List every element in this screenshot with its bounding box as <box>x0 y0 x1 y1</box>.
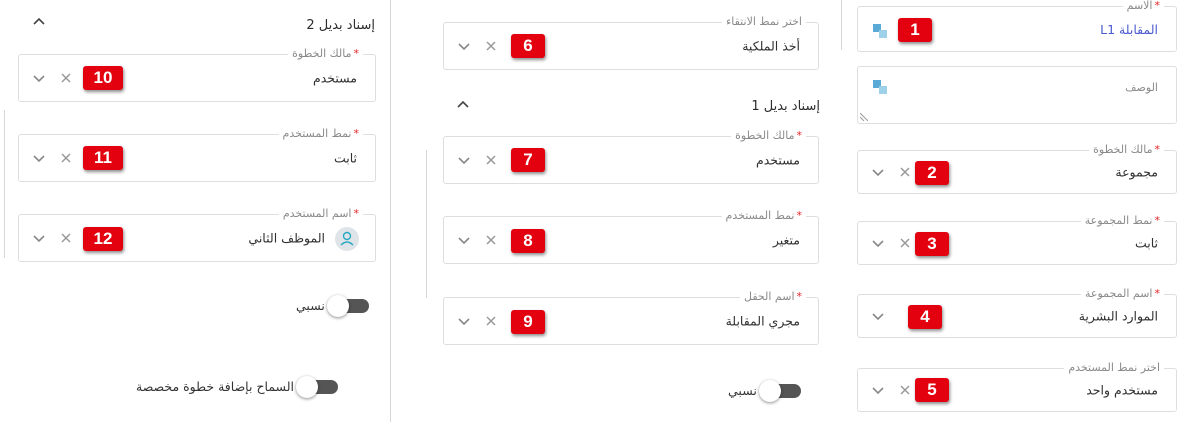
alt1-field-name-select[interactable]: *اسم الحقل مجري المقابلة <box>443 290 819 345</box>
selection-type-label: اختر نمط الانتقاء <box>722 15 806 29</box>
marker-11: 11 <box>83 146 123 170</box>
clear-icon[interactable] <box>484 153 498 167</box>
alt2-step-owner-label: *مالك الخطوة <box>288 47 363 61</box>
marker-10: 10 <box>83 66 123 90</box>
step-owner-value: مجموعة <box>1115 164 1158 180</box>
marker-1: 1 <box>898 18 932 42</box>
chevron-down-icon[interactable] <box>456 313 472 329</box>
clear-icon[interactable] <box>484 314 498 328</box>
chevron-down-icon[interactable] <box>870 382 886 398</box>
middle-relative-toggle[interactable] <box>758 379 801 402</box>
clear-icon[interactable] <box>59 151 73 165</box>
group-type-label: *نمط المجموعة <box>1080 214 1164 228</box>
chevron-down-icon[interactable] <box>31 230 47 246</box>
chevron-down-icon[interactable] <box>456 152 472 168</box>
clear-icon[interactable] <box>898 236 912 250</box>
alt2-user-type-select[interactable]: *نمط المستخدم ثابت <box>18 127 376 182</box>
custom-step-label: السماح بإضافة خطوة مخصصة <box>136 379 294 394</box>
marker-8: 8 <box>511 229 545 253</box>
divider-middle-right <box>841 0 842 50</box>
description-field[interactable]: الوصف <box>857 66 1177 124</box>
alt2-user-name-label: *اسم المستخدم <box>278 207 363 221</box>
clear-icon[interactable] <box>59 71 73 85</box>
chevron-down-icon[interactable] <box>870 164 886 180</box>
custom-step-toggle[interactable] <box>295 375 338 398</box>
alt1-step-owner-value: مستخدم <box>756 152 800 168</box>
chevron-up-icon[interactable] <box>31 14 47 30</box>
left-relative-toggle[interactable] <box>326 294 369 317</box>
marker-4: 4 <box>908 305 942 329</box>
marker-9: 9 <box>511 310 545 334</box>
alt2-step-owner-select[interactable]: *مالك الخطوة مستخدم <box>18 47 376 102</box>
name-field-label: *الاسم <box>1122 0 1164 13</box>
group-name-label: *اسم المجموعة <box>1081 287 1164 301</box>
clear-icon[interactable] <box>898 165 912 179</box>
group-type-value: ثابت <box>1134 235 1158 251</box>
description-placeholder: الوصف <box>1125 81 1158 94</box>
divider-alt1 <box>426 150 427 298</box>
alt2-title: إسناد بديل 2 <box>306 18 375 33</box>
alt1-title: إسناد بديل 1 <box>751 99 820 114</box>
middle-relative-label: نسبي <box>728 383 757 398</box>
chevron-up-icon[interactable] <box>455 97 471 113</box>
name-field-value: المقابلة L1 <box>1100 22 1158 37</box>
chevron-down-icon[interactable] <box>870 308 886 324</box>
toggle-knob <box>295 375 318 398</box>
clear-icon[interactable] <box>484 39 498 53</box>
avatar <box>335 227 359 251</box>
step-owner-select[interactable]: *مالك الخطوة مجموعة <box>857 143 1177 194</box>
middle-relative-row: نسبي <box>728 379 801 402</box>
alt1-field-name-value: مجري المقابلة <box>725 313 800 329</box>
custom-step-row: السماح بإضافة خطوة مخصصة <box>136 375 338 398</box>
alt2-user-name-value: الموظف الثاني <box>248 230 325 246</box>
alt1-step-owner-select[interactable]: *مالك الخطوة مستخدم <box>443 129 819 184</box>
group-type-select[interactable]: *نمط المجموعة ثابت <box>857 214 1177 265</box>
chevron-down-icon[interactable] <box>870 235 886 251</box>
left-relative-label: نسبي <box>296 298 325 313</box>
user-type-select-field[interactable]: اختر نمط المستخدم مستخدم واحد <box>857 361 1177 412</box>
alt2-user-type-value: ثابت <box>333 150 357 166</box>
chevron-down-icon[interactable] <box>456 38 472 54</box>
alt1-field-name-label: *اسم الحقل <box>740 290 806 304</box>
left-relative-row: نسبي <box>296 294 369 317</box>
marker-12: 12 <box>83 227 123 251</box>
user-type-select-label: اختر نمط المستخدم <box>1064 361 1164 375</box>
selection-type-value: أخذ الملكية <box>742 38 800 54</box>
resize-grip-icon[interactable] <box>860 113 868 121</box>
divider-left-edge <box>4 110 5 258</box>
user-icon <box>340 231 354 246</box>
selection-type-select[interactable]: اختر نمط الانتقاء أخذ الملكية <box>443 15 819 70</box>
chevron-down-icon[interactable] <box>31 150 47 166</box>
toggle-knob <box>326 294 349 317</box>
marker-2: 2 <box>915 161 949 185</box>
step-owner-label: *مالك الخطوة <box>1089 143 1164 157</box>
chevron-down-icon[interactable] <box>456 232 472 248</box>
marker-3: 3 <box>915 232 949 256</box>
chevron-down-icon[interactable] <box>31 70 47 86</box>
alt2-user-type-label: *نمط المستخدم <box>278 127 363 141</box>
group-name-value: الموارد البشرية <box>1078 308 1158 324</box>
alt2-user-name-select[interactable]: *اسم المستخدم الموظف الثاني <box>18 207 376 262</box>
user-type-select-value: مستخدم واحد <box>1086 382 1158 398</box>
marker-7: 7 <box>511 148 545 172</box>
marker-5: 5 <box>915 378 949 402</box>
translate-icon[interactable] <box>872 79 888 95</box>
alt1-user-type-value: متغير <box>772 232 800 248</box>
marker-6: 6 <box>511 34 545 58</box>
group-name-select[interactable]: *اسم المجموعة الموارد البشرية <box>857 287 1177 338</box>
alt1-user-type-select[interactable]: *نمط المستخدم متغير <box>443 209 819 264</box>
alt1-step-owner-label: *مالك الخطوة <box>731 129 806 143</box>
alt2-step-owner-value: مستخدم <box>313 70 357 86</box>
translate-icon[interactable] <box>872 23 888 39</box>
divider-left-middle <box>390 0 391 422</box>
clear-icon[interactable] <box>898 383 912 397</box>
clear-icon[interactable] <box>59 231 73 245</box>
toggle-knob <box>758 379 781 402</box>
clear-icon[interactable] <box>484 233 498 247</box>
alt1-user-type-label: *نمط المستخدم <box>721 209 806 223</box>
